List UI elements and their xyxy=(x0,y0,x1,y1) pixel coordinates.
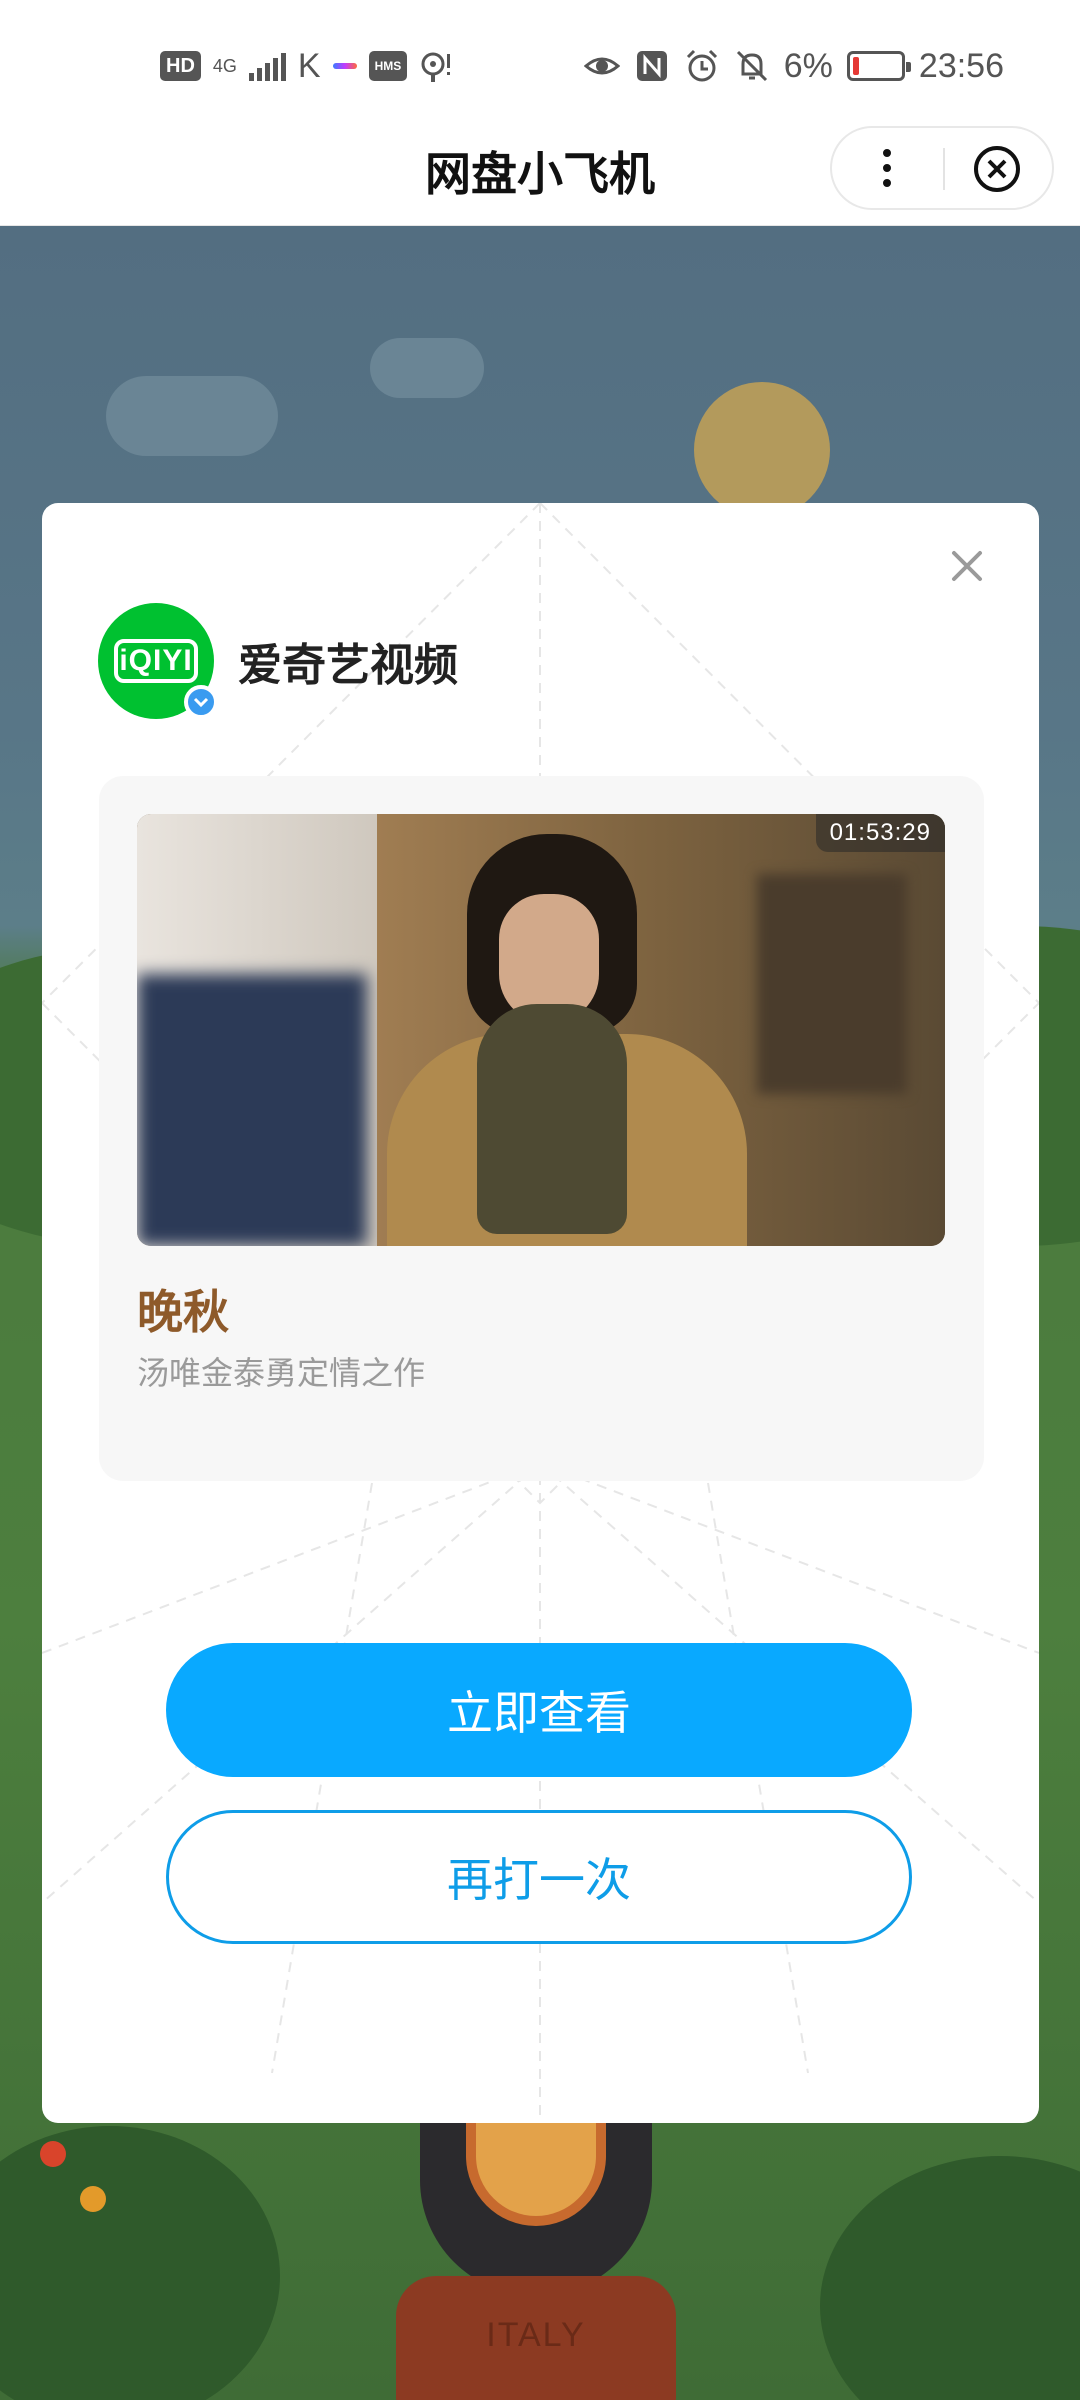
k-app-icon: K xyxy=(297,46,321,85)
video-title: 晚秋 xyxy=(137,1285,229,1339)
location-sharing-icon xyxy=(421,52,451,82)
battery-level xyxy=(852,57,859,75)
iqiyi-logo-text: iQIYI xyxy=(114,639,198,683)
close-icon[interactable] xyxy=(942,541,992,591)
battery-icon xyxy=(846,51,911,81)
app-notification-icon xyxy=(332,63,357,69)
hms-icon: HMS xyxy=(368,51,408,81)
signal-icon xyxy=(248,51,286,81)
status-right-icons: 6% 23:56 xyxy=(583,44,1004,88)
video-card[interactable]: 01:53:29 晚秋 汤唯金泰勇定情之作 xyxy=(99,776,984,1481)
brand-name: 爱奇艺视频 xyxy=(238,640,458,691)
bell-off-icon xyxy=(736,50,767,82)
network-type: 4G xyxy=(212,55,237,76)
video-description: 汤唯金泰勇定情之作 xyxy=(137,1354,426,1392)
iqiyi-logo: iQIYI xyxy=(98,603,218,719)
cloud xyxy=(106,376,278,456)
battery-percent: 6% xyxy=(783,46,833,85)
sun xyxy=(694,382,830,518)
clock: 23:56 xyxy=(918,46,1004,85)
status-left-icons: HD 4G K HMS xyxy=(160,44,455,88)
close-circle-icon[interactable] xyxy=(972,144,1022,194)
eye-icon xyxy=(583,57,620,75)
bush xyxy=(820,2156,1080,2400)
brand-header: iQIYI 爱奇艺视频 xyxy=(98,603,458,719)
check-badge-icon xyxy=(184,685,218,719)
flower xyxy=(40,2141,66,2167)
alarm-icon xyxy=(686,49,717,82)
video-thumbnail[interactable]: 01:53:29 xyxy=(137,814,945,1246)
globe-pedestal: ITALY xyxy=(396,2106,676,2400)
pedestal-label: ITALY xyxy=(486,2316,586,2354)
nfc-icon xyxy=(636,51,667,81)
reward-modal: iQIYI 爱奇艺视频 01:53:29 晚秋 汤唯金泰勇定情之作 立即查看 再… xyxy=(42,503,1039,2123)
more-vertical-icon[interactable] xyxy=(832,128,942,208)
flower xyxy=(80,2186,106,2212)
hd-indicator: HD xyxy=(160,51,201,81)
cloud xyxy=(370,338,484,398)
mini-program-capsule xyxy=(830,126,1054,210)
mini-program-nav-bar: 网盘小飞机 xyxy=(0,120,1080,226)
status-bar: HD 4G K HMS 6% 23:56 xyxy=(0,0,1080,120)
capsule-divider xyxy=(943,148,945,190)
bush xyxy=(0,2126,280,2400)
pedestal-base: ITALY xyxy=(396,2276,676,2400)
video-duration: 01:53:29 xyxy=(815,814,945,852)
view-now-button[interactable]: 立即查看 xyxy=(166,1643,912,1777)
play-again-button[interactable]: 再打一次 xyxy=(166,1810,912,1944)
